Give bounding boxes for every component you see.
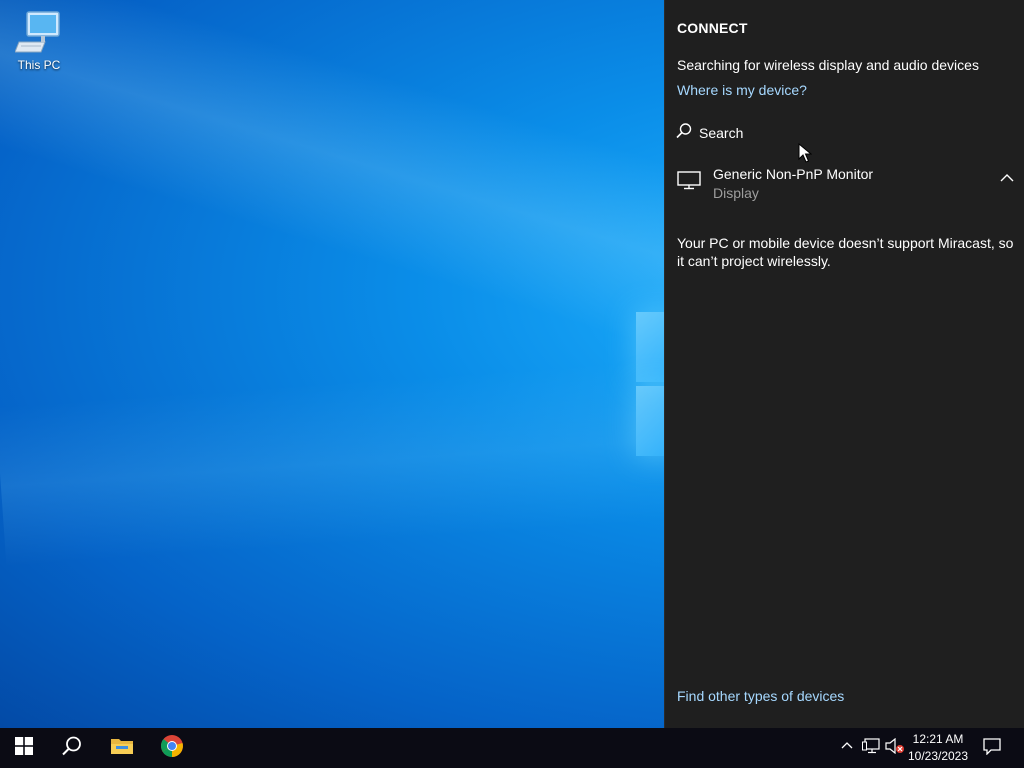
chevron-up-icon: [841, 739, 853, 757]
show-hidden-icons-button[interactable]: [838, 728, 856, 768]
screen: This PC CONNECT Searching for wireless d…: [0, 0, 1024, 768]
volume-button[interactable]: [884, 728, 906, 768]
mouse-cursor-icon: [798, 142, 813, 168]
action-center-button[interactable]: [978, 728, 1006, 768]
taskbar: 12:21 AM 10/23/2023: [0, 728, 1024, 768]
search-icon: [61, 735, 83, 762]
clock-date: 10/23/2023: [907, 749, 969, 763]
device-type: Display: [713, 185, 759, 201]
find-other-devices-link[interactable]: Find other types of devices: [677, 688, 844, 704]
monitor-icon: [677, 170, 701, 195]
chrome-button[interactable]: [148, 728, 196, 768]
connect-title: CONNECT: [677, 20, 748, 36]
folder-icon: [110, 736, 134, 761]
volume-muted-icon: [885, 737, 905, 759]
where-is-my-device-link[interactable]: Where is my device?: [677, 82, 807, 98]
device-item-generic-monitor[interactable]: Generic Non-PnP Monitor Display: [665, 160, 1024, 208]
network-icon: [862, 737, 880, 759]
desktop-icon-this-pc[interactable]: This PC: [10, 8, 68, 72]
connect-panel: CONNECT Searching for wireless display a…: [664, 0, 1024, 728]
chevron-up-icon[interactable]: [999, 170, 1015, 191]
search-label: Search: [699, 124, 744, 141]
file-explorer-button[interactable]: [98, 728, 146, 768]
device-name: Generic Non-PnP Monitor: [713, 166, 874, 182]
taskbar-clock[interactable]: 12:21 AM 10/23/2023: [906, 731, 970, 765]
windows-logo-icon: [15, 736, 33, 760]
network-button[interactable]: [860, 728, 882, 768]
clock-time: 12:21 AM: [912, 732, 964, 746]
start-button[interactable]: [0, 728, 48, 768]
connect-status-text: Searching for wireless display and audio…: [677, 57, 979, 73]
notification-icon: [983, 737, 1001, 760]
search-icon: [675, 122, 693, 143]
this-pc-icon: [14, 8, 63, 54]
chrome-icon: [160, 734, 184, 763]
desktop-icon-label: This PC: [17, 58, 61, 72]
search-devices-button[interactable]: Search: [675, 122, 743, 143]
miracast-unsupported-message: Your PC or mobile device doesn’t support…: [677, 235, 1014, 269]
search-button[interactable]: [48, 728, 96, 768]
